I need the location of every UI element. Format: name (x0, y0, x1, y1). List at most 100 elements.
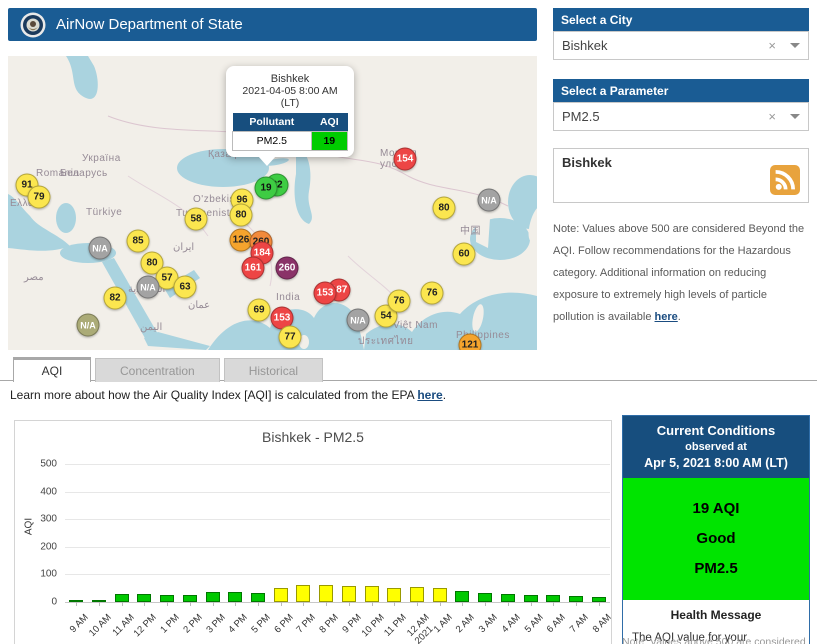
chart-bar[interactable] (274, 588, 288, 602)
chart-x-tick-label: 8 PM (317, 612, 341, 636)
popup-table: Pollutant AQI PM2.5 19 (232, 113, 348, 151)
parameter-select[interactable]: PM2.5 × (553, 102, 809, 131)
chart-x-tick (508, 602, 509, 606)
chart-x-tick-label: 5 AM (522, 612, 545, 635)
map-marker[interactable]: N/A (77, 314, 100, 337)
learn-more-here-link[interactable]: here (417, 388, 442, 402)
map-marker[interactable]: 63 (174, 276, 197, 299)
city-clear-icon[interactable]: × (768, 38, 776, 53)
map-marker[interactable]: 60 (453, 243, 476, 266)
map-marker[interactable]: 76 (388, 290, 411, 313)
map-marker[interactable]: 76 (421, 282, 444, 305)
chart-bar[interactable] (228, 592, 242, 602)
chart-y-tick-label: 0 (51, 597, 57, 608)
popup-city: Bishkek (232, 73, 348, 85)
chart-bar[interactable] (524, 595, 538, 602)
map-marker[interactable]: 121 (459, 334, 482, 351)
map-marker[interactable]: N/A (478, 189, 501, 212)
map-marker[interactable]: N/A (347, 309, 370, 332)
bottom-note-clipped: Note: Values above 500 are considered Be… (622, 636, 810, 644)
chart-bar[interactable] (387, 588, 401, 602)
map-marker[interactable]: 260 (276, 257, 299, 280)
city-select[interactable]: Bishkek × (553, 31, 809, 60)
map-marker[interactable]: 153 (314, 282, 337, 305)
parameter-dropdown-caret-icon[interactable] (790, 114, 800, 119)
chart-x-tick (76, 602, 77, 606)
city-dropdown-caret-icon[interactable] (790, 43, 800, 48)
map-marker[interactable]: 77 (279, 326, 302, 349)
chart-x-tick (144, 602, 145, 606)
chart-gridline (65, 464, 610, 465)
chart-bar[interactable] (478, 593, 492, 602)
parameter-clear-icon[interactable]: × (768, 109, 776, 124)
rss-feed-icon[interactable] (770, 165, 800, 195)
aqi-chart: Bishkek - PM2.5 AQI 01002003004005009 AM… (14, 420, 612, 644)
city-select-value: Bishkek (562, 38, 768, 53)
chart-bar[interactable] (115, 594, 129, 602)
map-marker[interactable]: 79 (28, 186, 51, 209)
chart-gridline (65, 547, 610, 548)
note-text: Note: Values above 500 are considered Be… (553, 223, 804, 323)
select-city-header: Select a City (553, 8, 809, 32)
map-marker[interactable]: 85 (127, 230, 150, 253)
popup-pollutant-value: PM2.5 (233, 132, 312, 151)
map-country-label: ประเทศไทย (358, 334, 413, 349)
learn-more-prefix: Learn more about how the Air Quality Ind… (10, 388, 417, 402)
chart-bar[interactable] (546, 595, 560, 602)
chart-bar[interactable] (501, 594, 515, 602)
aqi-category: Good (627, 524, 805, 554)
chart-bar[interactable] (137, 594, 151, 602)
chart-x-tick (417, 602, 418, 606)
chart-x-tick (167, 602, 168, 606)
chart-x-tick-label: 1 PM (158, 612, 182, 636)
chart-y-tick-label: 500 (40, 459, 57, 470)
map-marker[interactable]: N/A (89, 237, 112, 260)
chart-bar[interactable] (183, 595, 197, 602)
map-marker[interactable]: 80 (230, 204, 253, 227)
chart-bar[interactable] (433, 588, 447, 602)
chart-x-tick-label: 6 AM (545, 612, 568, 635)
map-marker[interactable]: 69 (248, 299, 271, 322)
chart-x-tick-label: 3 PM (204, 612, 228, 636)
chart-x-tick (303, 602, 304, 606)
chart-bar[interactable] (410, 587, 424, 602)
chart-bar[interactable] (319, 585, 333, 602)
map-country-label: Türkiye (86, 207, 122, 218)
map-country-label: اليمن (140, 322, 162, 333)
tab-concentration[interactable]: Concentration (95, 358, 220, 382)
map-marker[interactable]: 80 (433, 197, 456, 220)
chart-x-tick-label: 5 PM (249, 612, 273, 636)
feed-city-title: Bishkek (562, 155, 800, 170)
map-marker[interactable]: N/A (137, 276, 160, 299)
map-marker[interactable]: 58 (185, 208, 208, 231)
chart-x-tick (599, 602, 600, 606)
map-marker[interactable]: 82 (104, 287, 127, 310)
chart-bar[interactable] (296, 585, 310, 602)
aqi-pollutant: PM2.5 (627, 554, 805, 584)
chart-bar[interactable] (365, 586, 379, 602)
map-marker[interactable]: 154 (394, 148, 417, 171)
chart-x-tick (99, 602, 100, 606)
popup-aqi-header: AQI (311, 113, 347, 132)
chart-x-tick-label: 7 AM (568, 612, 591, 635)
chart-x-tick-label: 8 AM (590, 612, 613, 635)
chart-x-tick-label: 12 PM (132, 612, 159, 639)
chart-bar[interactable] (206, 592, 220, 602)
tab-aqi[interactable]: AQI (13, 357, 91, 382)
chart-gridline (65, 519, 610, 520)
parameter-select-value: PM2.5 (562, 109, 768, 124)
feed-box: Bishkek (553, 148, 809, 203)
note-here-link[interactable]: here (655, 311, 678, 323)
map-marker[interactable]: 161 (242, 257, 265, 280)
chart-bar[interactable] (251, 593, 265, 602)
chart-bar[interactable] (455, 591, 469, 602)
map[interactable]: БеларусьУкраїнаRomaniaΕλλάςҚазақстанO'zb… (8, 56, 537, 350)
chart-x-tick (462, 602, 463, 606)
chart-bar[interactable] (160, 595, 174, 602)
tab-historical[interactable]: Historical (224, 358, 323, 382)
map-popup: Bishkek 2021-04-05 8:00 AM (LT) Pollutan… (226, 66, 354, 157)
chart-y-tick-label: 100 (40, 569, 57, 580)
map-marker[interactable]: 19 (255, 177, 278, 200)
chart-x-tick-label: 2 AM (454, 612, 477, 635)
chart-bar[interactable] (342, 586, 356, 602)
